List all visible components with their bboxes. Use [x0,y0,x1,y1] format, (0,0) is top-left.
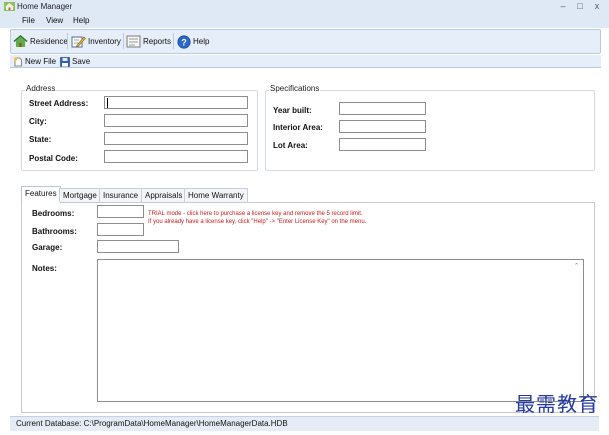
specifications-group-title: Specifications [269,84,321,94]
inventory-button[interactable]: Inventory [71,33,121,50]
city-label: City: [29,117,47,126]
current-database-status: Current Database: C:\ProgramData\HomeMan… [16,419,288,428]
toolbar-separator [67,33,68,49]
residence-label: Residence [30,37,68,46]
svg-text:?: ? [181,37,187,47]
trial-license-link[interactable]: TRIAL mode - click here to purchase a li… [148,210,448,226]
reports-button[interactable]: Reports [126,33,171,50]
toolbar-separator [123,33,124,49]
bedrooms-label: Bedrooms: [32,209,75,218]
garage-input[interactable] [97,240,179,253]
postal-code-label: Postal Code: [29,154,78,163]
trial-message-line-1: TRIAL mode - click here to purchase a li… [148,211,363,217]
menu-file[interactable]: File [22,15,35,26]
interior-area-label: Interior Area: [273,123,323,132]
interior-area-input[interactable] [339,120,426,133]
tab-features[interactable]: Features [21,186,61,203]
title-bar[interactable] [0,0,609,13]
file-toolbar [10,55,601,68]
maximize-button[interactable]: □ [574,0,586,12]
new-file-icon [13,56,22,66]
street-address-input[interactable] [104,96,248,109]
city-input[interactable] [104,114,248,127]
year-built-input[interactable] [339,102,426,115]
year-built-label: Year built: [273,106,312,115]
minimize-button[interactable]: – [557,0,569,12]
residence-button[interactable]: Residence [13,33,68,50]
help-circle-icon: ? [177,34,191,49]
new-file-button[interactable]: New File [13,56,56,67]
text-cursor [107,98,108,108]
house-icon [4,2,15,11]
save-button[interactable]: Save [60,56,90,67]
menu-bar [0,13,609,28]
lot-area-label: Lot Area: [273,141,308,150]
watermark-logo: 最需教育 [515,392,599,416]
new-file-label: New File [25,57,57,66]
scroll-up-arrow-icon[interactable]: ⌃ [571,261,582,272]
tab-mortgage[interactable]: Mortgage [59,188,101,202]
window-title: Home Manager [17,2,73,11]
inventory-label: Inventory [88,37,121,46]
address-group-title: Address [25,84,57,94]
garage-label: Garage: [32,243,63,252]
lot-area-input[interactable] [339,138,426,151]
house-icon [13,35,28,47]
notes-textarea[interactable]: ⌃ [97,259,584,402]
trial-message-line-2: If you already have a license key, click… [148,219,367,225]
toolbar-separator [173,33,174,49]
help-button[interactable]: ? Help [177,33,209,50]
menu-view[interactable]: View [46,15,63,26]
postal-code-input[interactable] [104,150,248,163]
state-label: State: [29,135,52,144]
menu-help[interactable]: Help [73,15,89,26]
state-input[interactable] [104,132,248,145]
reports-label: Reports [143,37,172,46]
tab-home-warranty[interactable]: Home Warranty [184,188,248,202]
tab-insurance[interactable]: Insurance [99,188,143,202]
save-label: Save [72,57,91,66]
help-label: Help [193,37,210,46]
report-icon [126,35,141,48]
street-address-label: Street Address: [29,99,89,108]
close-button[interactable]: x [591,0,603,12]
pencil-edit-icon [71,36,86,48]
floppy-disk-icon [60,56,70,67]
bedrooms-input[interactable] [97,205,144,218]
bathrooms-input[interactable] [97,223,144,236]
bathrooms-label: Bathrooms: [32,227,77,236]
tab-appraisals[interactable]: Appraisals [141,188,187,202]
notes-label: Notes: [32,264,57,273]
